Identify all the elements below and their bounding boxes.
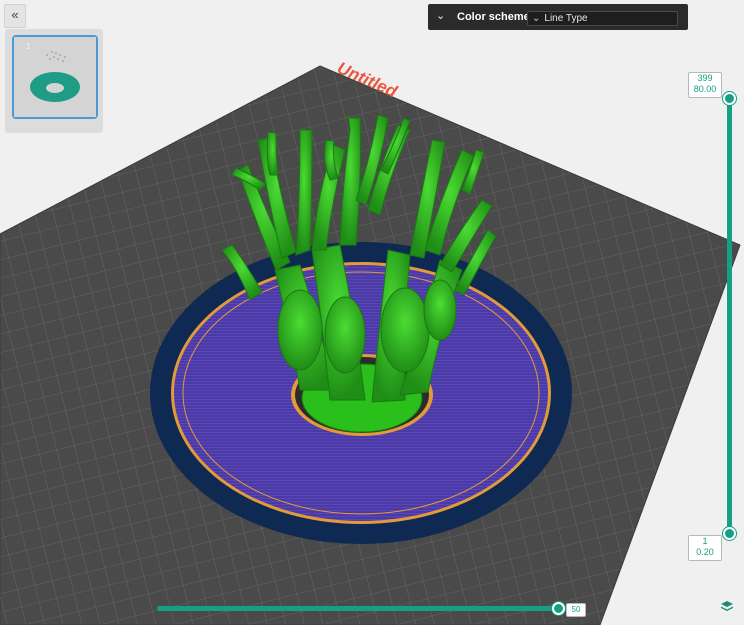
chevron-down-icon: ⌄ — [532, 13, 541, 24]
layer-slider-top-label: 399 80.00 — [688, 72, 722, 98]
move-slider-handle[interactable] — [552, 602, 565, 615]
layer-slider-top-handle[interactable] — [723, 92, 736, 105]
plate-number: 1 — [26, 42, 31, 51]
top-layer-number: 399 — [697, 73, 713, 83]
bottom-layer-height: 0.20 — [696, 547, 714, 557]
layers-icon[interactable] — [720, 600, 734, 614]
move-slider-value: 50 — [566, 603, 586, 617]
color-scheme-value: Line Type — [544, 13, 588, 24]
color-scheme-select[interactable]: ⌄ Line Type — [527, 11, 678, 26]
layer-slider-bottom-handle[interactable] — [723, 527, 736, 540]
plate-thumbnail-card[interactable]: 1 — [12, 35, 98, 119]
3d-viewport[interactable]: Untitled — [0, 0, 744, 625]
top-layer-height: 80.00 — [693, 84, 717, 94]
layer-slider-track[interactable] — [727, 99, 732, 533]
plate-list-panel: 1 — [5, 29, 103, 133]
color-scheme-label: Color scheme — [457, 11, 530, 23]
double-chevron-down-icon[interactable]: ⌄ — [436, 9, 445, 23]
move-slider-track[interactable] — [157, 606, 559, 611]
bottom-layer-number: 1 — [702, 536, 708, 546]
layer-slider-bottom-label: 1 0.20 — [688, 535, 722, 561]
color-scheme-panel: ⌄ Color scheme ⌄ Line Type — [428, 4, 688, 30]
double-chevron-icon[interactable]: « — [4, 4, 26, 28]
